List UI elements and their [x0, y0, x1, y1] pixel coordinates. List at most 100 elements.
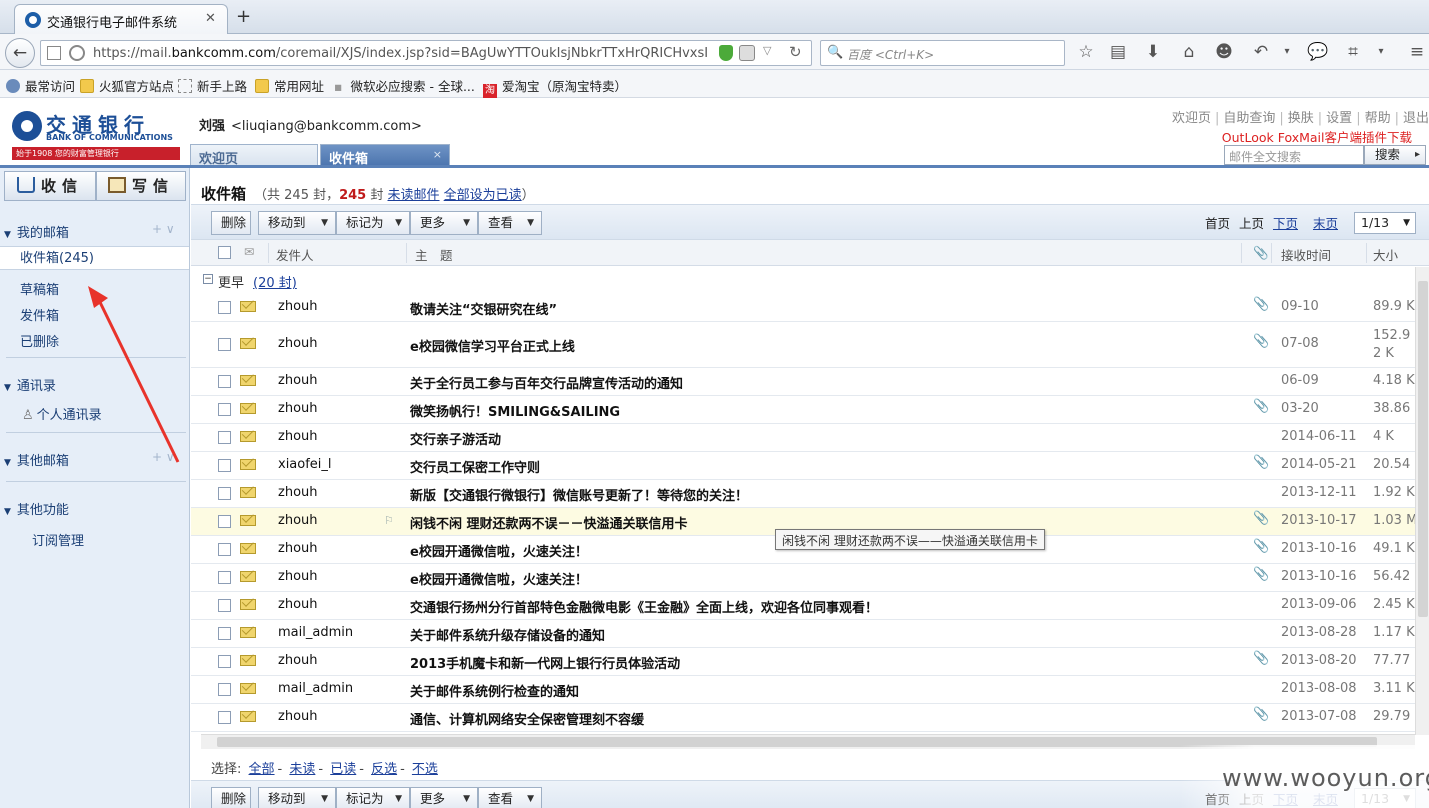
row-subject[interactable]: e校园开通微信啦，火速关注！: [410, 569, 588, 588]
row-subject[interactable]: e校园开通微信啦，火速关注！: [410, 541, 588, 560]
pager-next[interactable]: 下页: [1273, 216, 1298, 231]
compose-button[interactable]: 写信: [96, 171, 186, 201]
row-subject[interactable]: 敬请关注“交银研究在线”: [410, 299, 557, 318]
row-checkbox[interactable]: [218, 375, 231, 388]
bookmark-most-visited[interactable]: 最常访问: [6, 76, 75, 95]
undo-icon[interactable]: ↶: [1250, 40, 1272, 64]
table-row[interactable]: zhouh 微笑扬帆行！SMILING&SAILING 📎 03-20 38.86: [191, 396, 1415, 424]
mark-all-read-link[interactable]: 全部设为已读: [444, 188, 522, 203]
row-checkbox[interactable]: [218, 711, 231, 724]
move-to-button[interactable]: 移动到 ▼: [258, 787, 336, 808]
url-bar[interactable]: https://mail.bankcomm.com/coremail/XJS/i…: [40, 40, 812, 66]
select-invert-link[interactable]: 反选: [371, 762, 397, 777]
home-icon[interactable]: ⌂: [1178, 40, 1200, 64]
row-subject[interactable]: 交通银行扬州分行首部特色金融微电影《王金融》全面上线，欢迎各位同事观看！: [410, 597, 878, 616]
plugin-download-link[interactable]: OutLook FoxMail客户端插件下载: [1222, 127, 1412, 146]
row-checkbox[interactable]: [218, 683, 231, 696]
row-subject[interactable]: 关于全行员工参与百年交行品牌宣传活动的通知: [410, 373, 683, 392]
table-row[interactable]: zhouh 新版【交通银行微银行】微信账号更新了！等待您的关注！ 2013-12-1…: [191, 480, 1415, 508]
table-row[interactable]: zhouh e校园微信学习平台正式上线 📎 07-08 152.92 K: [191, 322, 1415, 368]
sidebar-item-deleted[interactable]: 已删除: [20, 331, 59, 350]
bookmark-bing[interactable]: ▪ 微软必应搜索 - 全球...: [334, 76, 475, 95]
row-checkbox[interactable]: [218, 571, 231, 584]
bookmark-common-sites[interactable]: 常用网址: [255, 76, 324, 95]
page-select[interactable]: 1/13▼: [1354, 212, 1416, 234]
row-subject[interactable]: 通信、计算机网络安全保密管理刻不容缓: [410, 709, 644, 728]
tab-inbox[interactable]: 收件箱 ×: [320, 144, 450, 167]
bookmark-star-icon[interactable]: ☆: [1075, 40, 1097, 64]
view-button[interactable]: 查看 ▼: [478, 211, 542, 235]
section-my-mailbox[interactable]: ▼ 我的邮箱: [0, 222, 69, 241]
sidebar-item-inbox[interactable]: 收件箱(245): [0, 246, 189, 270]
link-welcome[interactable]: 欢迎页: [1172, 111, 1211, 126]
link-help[interactable]: 帮助: [1365, 111, 1391, 126]
sidebar-item-drafts[interactable]: 草稿箱: [20, 279, 59, 298]
row-subject[interactable]: 新版【交通银行微银行】微信账号更新了！等待您的关注！: [410, 485, 748, 504]
group-earlier[interactable]: − 更早 (20 封): [191, 267, 1429, 293]
bookmark-firefox-site[interactable]: 火狐官方站点: [80, 76, 174, 95]
table-row[interactable]: mail_admin 关于邮件系统升级存储设备的通知 2013-08-28 1.17 …: [191, 620, 1415, 648]
column-date[interactable]: 接收时间: [1281, 245, 1331, 264]
column-subject[interactable]: 主 题: [415, 245, 453, 264]
link-self-query[interactable]: 自助查询: [1223, 111, 1275, 126]
row-checkbox[interactable]: [218, 655, 231, 668]
table-row[interactable]: zhouh 敬请关注“交银研究在线” 📎 09-10 89.9 K: [191, 294, 1415, 322]
row-subject[interactable]: 闲钱不闲 理财还款两不误－－快溢通关联信用卡: [410, 513, 688, 532]
mark-as-button[interactable]: 标记为 ▼: [336, 787, 410, 808]
vertical-scrollbar[interactable]: [1415, 267, 1429, 735]
row-subject[interactable]: 2013手机魔卡和新一代网上银行行员体验活动: [410, 653, 680, 672]
select-none-link[interactable]: 不选: [412, 762, 438, 777]
table-row[interactable]: zhouh 通信、计算机网络安全保密管理刻不容缓 📎 2013-07-08 29.79: [191, 704, 1415, 732]
new-tab-button[interactable]: +: [236, 6, 251, 27]
reading-list-icon[interactable]: ▤: [1107, 40, 1129, 64]
chat-icon[interactable]: 💬: [1307, 40, 1329, 64]
view-button[interactable]: 查看 ▼: [478, 787, 542, 808]
link-logout[interactable]: 退出: [1403, 111, 1429, 126]
crop-dropdown-icon[interactable]: ▾: [1370, 40, 1392, 64]
crop-icon[interactable]: ⌗: [1342, 40, 1364, 64]
tab-welcome[interactable]: 欢迎页: [190, 144, 318, 167]
row-subject[interactable]: e校园微信学习平台正式上线: [410, 336, 575, 355]
undo-dropdown-icon[interactable]: ▾: [1276, 40, 1298, 64]
security-shield-icon[interactable]: [719, 45, 733, 61]
unread-mail-link[interactable]: 未读邮件: [388, 188, 440, 203]
url-dropdown-icon[interactable]: ▽: [763, 44, 771, 57]
row-checkbox[interactable]: [218, 403, 231, 416]
addon-icon[interactable]: [739, 45, 755, 61]
link-settings[interactable]: 设置: [1326, 111, 1352, 126]
delete-button[interactable]: 删除: [211, 787, 251, 808]
select-all-link[interactable]: 全部: [249, 762, 275, 777]
browser-search-box[interactable]: 🔍 百度 <Ctrl+K>: [820, 40, 1065, 66]
menu-icon[interactable]: ≡: [1406, 40, 1428, 64]
close-icon[interactable]: ×: [433, 148, 442, 161]
reload-icon[interactable]: ↻: [789, 43, 802, 61]
bookmark-aitaobao[interactable]: 淘爱淘宝（原淘宝特卖）: [483, 76, 627, 98]
select-all-checkbox[interactable]: [218, 246, 231, 259]
row-subject[interactable]: 交行亲子游活动: [410, 429, 501, 448]
delete-button[interactable]: 删除: [211, 211, 251, 235]
smiley-icon[interactable]: ☻: [1213, 40, 1235, 64]
table-row[interactable]: xiaofei_l 交行员工保密工作守则 📎 2014-05-21 20.54: [191, 452, 1415, 480]
mark-as-button[interactable]: 标记为 ▼: [336, 211, 410, 235]
close-tab-icon[interactable]: ✕: [205, 11, 216, 26]
row-checkbox[interactable]: [218, 338, 231, 351]
column-from[interactable]: 发件人: [276, 245, 314, 264]
row-checkbox[interactable]: [218, 487, 231, 500]
table-row[interactable]: mail_admin 关于邮件系统例行检查的通知 2013-08-08 3.11 K: [191, 676, 1415, 704]
row-checkbox[interactable]: [218, 627, 231, 640]
link-skin[interactable]: 换肤: [1288, 111, 1314, 126]
row-checkbox[interactable]: [218, 431, 231, 444]
mailbox-actions[interactable]: + ∨: [152, 222, 175, 236]
row-checkbox[interactable]: [218, 543, 231, 556]
row-subject[interactable]: 交行员工保密工作守则: [410, 457, 540, 476]
fulltext-search-button[interactable]: 搜索: [1364, 145, 1426, 165]
url-text[interactable]: https://mail.bankcomm.com/coremail/XJS/i…: [93, 46, 708, 61]
more-button[interactable]: 更多 ▼: [410, 211, 478, 235]
table-row[interactable]: zhouh 关于全行员工参与百年交行品牌宣传活动的通知 06-09 4.18 K: [191, 368, 1415, 396]
section-contacts[interactable]: ▼ 通讯录: [0, 375, 56, 394]
sidebar-item-sent[interactable]: 发件箱: [20, 305, 59, 324]
sidebar-item-subscription[interactable]: 订阅管理: [32, 530, 84, 549]
section-other-mailbox[interactable]: ▼ 其他邮箱: [0, 450, 69, 469]
row-checkbox[interactable]: [218, 301, 231, 314]
receive-button[interactable]: 收信: [4, 171, 96, 201]
